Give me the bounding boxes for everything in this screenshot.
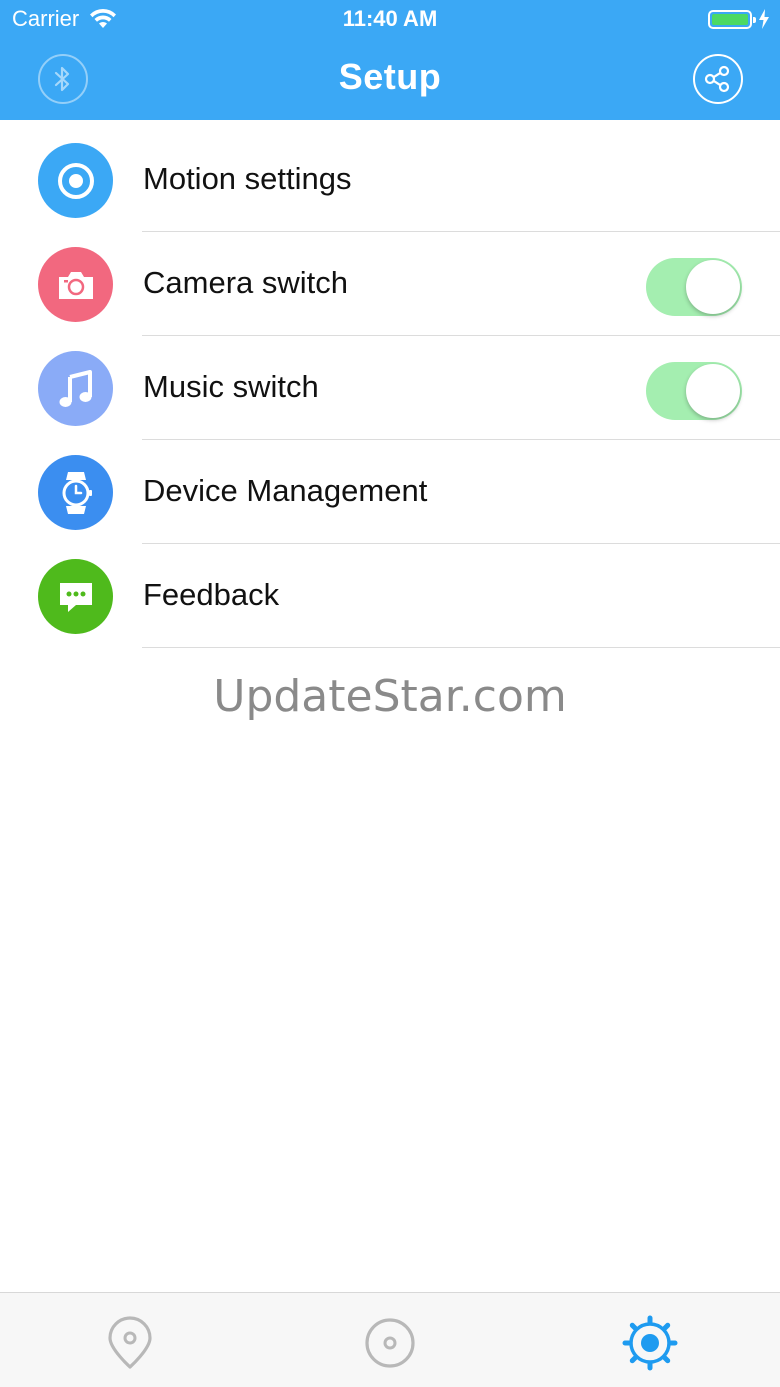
row-label-device: Device Management	[143, 473, 428, 508]
tab-location[interactable]	[100, 1313, 160, 1373]
settings-list: Motion settings Camera switch Music swit	[0, 128, 780, 648]
settings-row-device[interactable]: Device Management	[0, 440, 780, 544]
settings-row-feedback[interactable]: Feedback	[0, 544, 780, 648]
record-icon	[365, 1318, 415, 1368]
settings-gear-icon	[622, 1315, 678, 1371]
battery-indicator	[708, 9, 770, 29]
tab-settings[interactable]	[620, 1313, 680, 1373]
tab-record[interactable]	[360, 1313, 420, 1373]
watch-icon	[62, 471, 92, 514]
tab-bar	[0, 1292, 780, 1387]
row-label-camera: Camera switch	[143, 265, 348, 300]
music-switch-toggle[interactable]	[646, 362, 742, 420]
settings-row-motion[interactable]: Motion settings	[0, 128, 780, 232]
battery-icon	[708, 9, 756, 29]
watermark: UpdateStar.com	[213, 671, 567, 722]
target-icon	[57, 162, 94, 199]
toggle-knob	[686, 364, 740, 418]
motion-settings-icon-badge	[38, 143, 113, 218]
share-button[interactable]	[693, 54, 743, 104]
music-note-icon	[59, 369, 92, 407]
row-label-music: Music switch	[143, 369, 319, 404]
settings-row-music: Music switch	[0, 336, 780, 440]
location-pin-icon	[108, 1316, 152, 1369]
device-management-icon-badge	[38, 455, 113, 530]
status-bar: Carrier 11:40 AM	[0, 0, 780, 40]
page-title: Setup	[338, 56, 442, 97]
header-bar: Carrier 11:40 AM Setup	[0, 0, 780, 120]
bolt-icon	[759, 9, 769, 29]
row-label-motion: Motion settings	[143, 161, 352, 196]
chat-bubble-icon	[59, 582, 92, 612]
settings-row-camera: Camera switch	[0, 232, 780, 336]
share-icon	[704, 65, 730, 93]
camera-icon	[58, 271, 93, 299]
row-label-feedback: Feedback	[143, 577, 280, 612]
divider	[142, 647, 780, 648]
status-time: 11:40 AM	[342, 6, 438, 31]
music-switch-icon-badge	[38, 351, 113, 426]
camera-switch-toggle[interactable]	[646, 258, 742, 316]
toggle-knob	[686, 260, 740, 314]
feedback-icon-badge	[38, 559, 113, 634]
camera-switch-icon-badge	[38, 247, 113, 322]
